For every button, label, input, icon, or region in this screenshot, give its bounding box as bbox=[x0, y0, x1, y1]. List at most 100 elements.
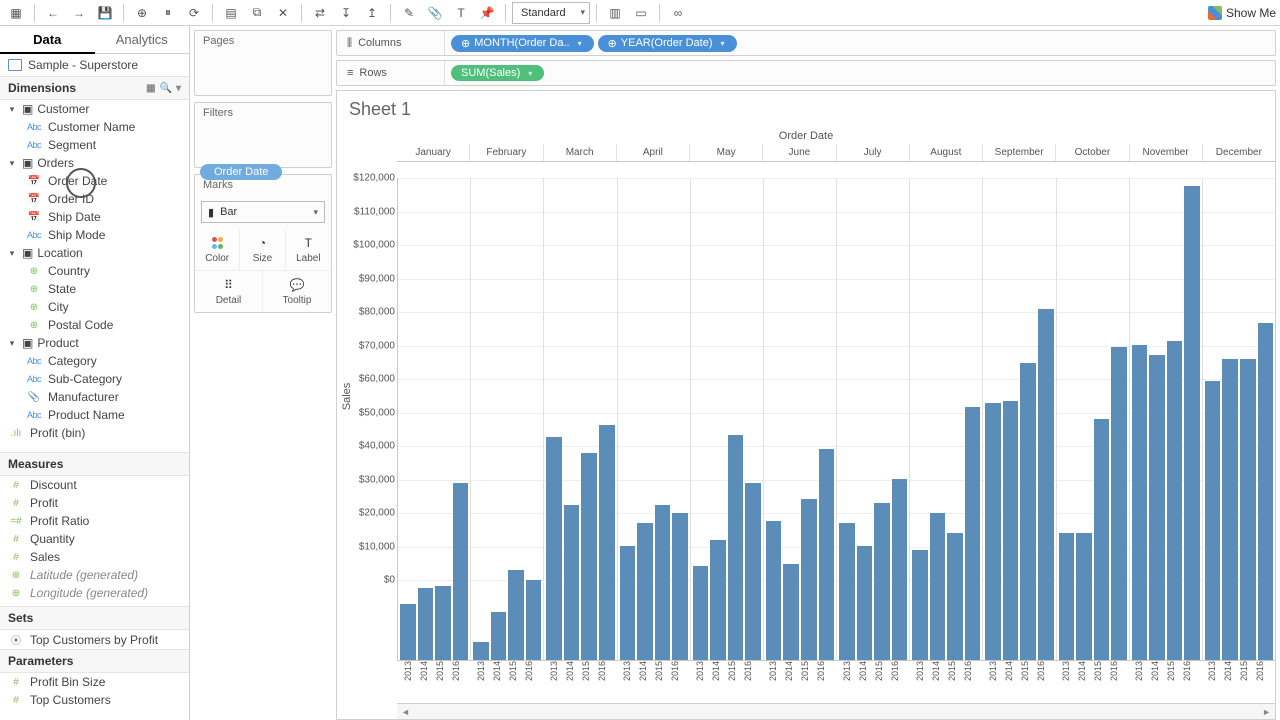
bar[interactable] bbox=[435, 586, 451, 660]
logo-icon[interactable]: ▦ bbox=[4, 2, 28, 24]
bar[interactable] bbox=[581, 453, 597, 660]
bar[interactable] bbox=[1059, 533, 1075, 660]
pin-icon[interactable]: 📌 bbox=[475, 2, 499, 24]
bar[interactable] bbox=[857, 546, 873, 660]
measures-list[interactable]: #Discount #Profit =#Profit Ratio #Quanti… bbox=[0, 476, 189, 606]
bar[interactable] bbox=[1076, 533, 1092, 660]
share-icon[interactable]: ∞ bbox=[666, 2, 690, 24]
bar[interactable] bbox=[1258, 323, 1274, 660]
field-longitude[interactable]: ⊕Longitude (generated) bbox=[0, 584, 189, 602]
rows-shelf[interactable]: ≡Rows SUM(Sales) bbox=[336, 60, 1276, 86]
bar[interactable] bbox=[874, 503, 890, 660]
folder-customer[interactable]: ▾▣Customer bbox=[0, 100, 189, 118]
text-icon[interactable]: T bbox=[449, 2, 473, 24]
pill-year-order-date[interactable]: ⊕YEAR(Order Date) bbox=[598, 35, 737, 52]
bar[interactable] bbox=[564, 505, 580, 660]
param-profit-bin-size[interactable]: #Profit Bin Size bbox=[0, 673, 189, 691]
bar[interactable] bbox=[839, 523, 855, 660]
field-city[interactable]: ⊕City bbox=[0, 298, 189, 316]
bar[interactable] bbox=[620, 546, 636, 660]
field-postal[interactable]: ⊕Postal Code bbox=[0, 316, 189, 334]
marks-color-button[interactable]: Color bbox=[195, 229, 240, 270]
bar[interactable] bbox=[745, 483, 761, 660]
swap-icon[interactable]: ⇄ bbox=[308, 2, 332, 24]
field-quantity[interactable]: #Quantity bbox=[0, 530, 189, 548]
bar[interactable] bbox=[801, 499, 817, 660]
bar[interactable] bbox=[930, 513, 946, 660]
bar[interactable] bbox=[1205, 381, 1221, 660]
fit-dropdown[interactable]: Standard bbox=[512, 2, 590, 24]
datasource-row[interactable]: Sample - Superstore bbox=[0, 54, 189, 76]
plot-area[interactable] bbox=[397, 178, 1275, 661]
field-num-records[interactable]: =#Number of Records bbox=[0, 602, 189, 606]
dimensions-list[interactable]: ▾▣Customer AbcCustomer Name AbcSegment ▾… bbox=[0, 100, 189, 452]
folder-product[interactable]: ▾▣Product bbox=[0, 334, 189, 352]
back-icon[interactable]: ← bbox=[41, 2, 65, 24]
tab-data[interactable]: Data bbox=[0, 26, 95, 53]
field-customer-name[interactable]: AbcCustomer Name bbox=[0, 118, 189, 136]
bar[interactable] bbox=[783, 564, 799, 660]
refresh-icon[interactable]: ⟳ bbox=[182, 2, 206, 24]
show-cards-icon[interactable]: ▥ bbox=[603, 2, 627, 24]
marks-label-button[interactable]: TLabel bbox=[286, 229, 331, 270]
pause-updates-icon[interactable]: ⏸ bbox=[156, 2, 180, 24]
pages-shelf[interactable]: Pages bbox=[194, 30, 332, 96]
bar[interactable] bbox=[1149, 355, 1165, 660]
filters-shelf[interactable]: Filters bbox=[194, 102, 332, 168]
bar[interactable] bbox=[546, 437, 562, 660]
tab-analytics[interactable]: Analytics bbox=[95, 26, 190, 53]
marks-tooltip-button[interactable]: 💬Tooltip bbox=[263, 271, 331, 312]
chart-area[interactable]: Order Date JanuaryFebruaryMarchAprilMayJ… bbox=[337, 128, 1275, 719]
find-icon[interactable]: 🔍 bbox=[160, 83, 172, 94]
bar[interactable] bbox=[473, 642, 489, 660]
bar[interactable] bbox=[985, 403, 1001, 660]
bar[interactable] bbox=[766, 521, 782, 660]
bar[interactable] bbox=[1094, 419, 1110, 660]
field-profit[interactable]: #Profit bbox=[0, 494, 189, 512]
param-top-customers[interactable]: #Top Customers bbox=[0, 691, 189, 709]
field-latitude[interactable]: ⊕Latitude (generated) bbox=[0, 566, 189, 584]
bar[interactable] bbox=[1184, 186, 1200, 660]
bar[interactable] bbox=[1111, 347, 1127, 660]
columns-shelf[interactable]: ⫼Columns ⊕MONTH(Order Da.. ⊕YEAR(Order D… bbox=[336, 30, 1276, 56]
clear-icon[interactable]: ✕ bbox=[271, 2, 295, 24]
new-worksheet-icon[interactable]: ▤ bbox=[219, 2, 243, 24]
bar[interactable] bbox=[491, 612, 507, 660]
bar[interactable] bbox=[418, 588, 434, 660]
bar[interactable] bbox=[892, 479, 908, 660]
show-me-button[interactable]: Show Me bbox=[1208, 6, 1276, 20]
presentation-icon[interactable]: ▭ bbox=[629, 2, 653, 24]
sort-asc-icon[interactable]: ↧ bbox=[334, 2, 358, 24]
bar[interactable] bbox=[599, 425, 615, 660]
field-country[interactable]: ⊕Country bbox=[0, 262, 189, 280]
field-order-id[interactable]: 📅Order ID bbox=[0, 190, 189, 208]
bar[interactable] bbox=[1132, 345, 1148, 660]
bar[interactable] bbox=[1240, 359, 1256, 660]
sheet-title[interactable]: Sheet 1 bbox=[337, 91, 1275, 128]
field-subcategory[interactable]: AbcSub-Category bbox=[0, 370, 189, 388]
field-ship-date[interactable]: 📅Ship Date bbox=[0, 208, 189, 226]
bar[interactable] bbox=[637, 523, 653, 660]
field-profit-ratio[interactable]: =#Profit Ratio bbox=[0, 512, 189, 530]
bar[interactable] bbox=[728, 435, 744, 660]
horizontal-scrollbar[interactable]: ◄► bbox=[397, 703, 1275, 719]
marks-detail-button[interactable]: ⠿Detail bbox=[195, 271, 263, 312]
bar[interactable] bbox=[947, 533, 963, 660]
bar[interactable] bbox=[693, 566, 709, 660]
bar[interactable] bbox=[526, 580, 542, 660]
duplicate-icon[interactable]: ⧉ bbox=[245, 2, 269, 24]
mark-type-dropdown[interactable]: ▮Bar bbox=[201, 201, 325, 223]
field-state[interactable]: ⊕State bbox=[0, 280, 189, 298]
pill-month-order-date[interactable]: ⊕MONTH(Order Da.. bbox=[451, 35, 594, 52]
bar[interactable] bbox=[1003, 401, 1019, 660]
bar[interactable] bbox=[672, 513, 688, 660]
group-icon[interactable]: 📎 bbox=[423, 2, 447, 24]
bar[interactable] bbox=[453, 483, 469, 660]
field-order-date[interactable]: 📅Order Date bbox=[0, 172, 189, 190]
bar[interactable] bbox=[1167, 341, 1183, 660]
bar[interactable] bbox=[1020, 363, 1036, 660]
bar[interactable] bbox=[965, 407, 981, 660]
folder-location[interactable]: ▾▣Location bbox=[0, 244, 189, 262]
field-top-customers-set[interactable]: ⦿Top Customers by Profit bbox=[0, 630, 189, 649]
field-manufacturer[interactable]: 📎Manufacturer bbox=[0, 388, 189, 406]
